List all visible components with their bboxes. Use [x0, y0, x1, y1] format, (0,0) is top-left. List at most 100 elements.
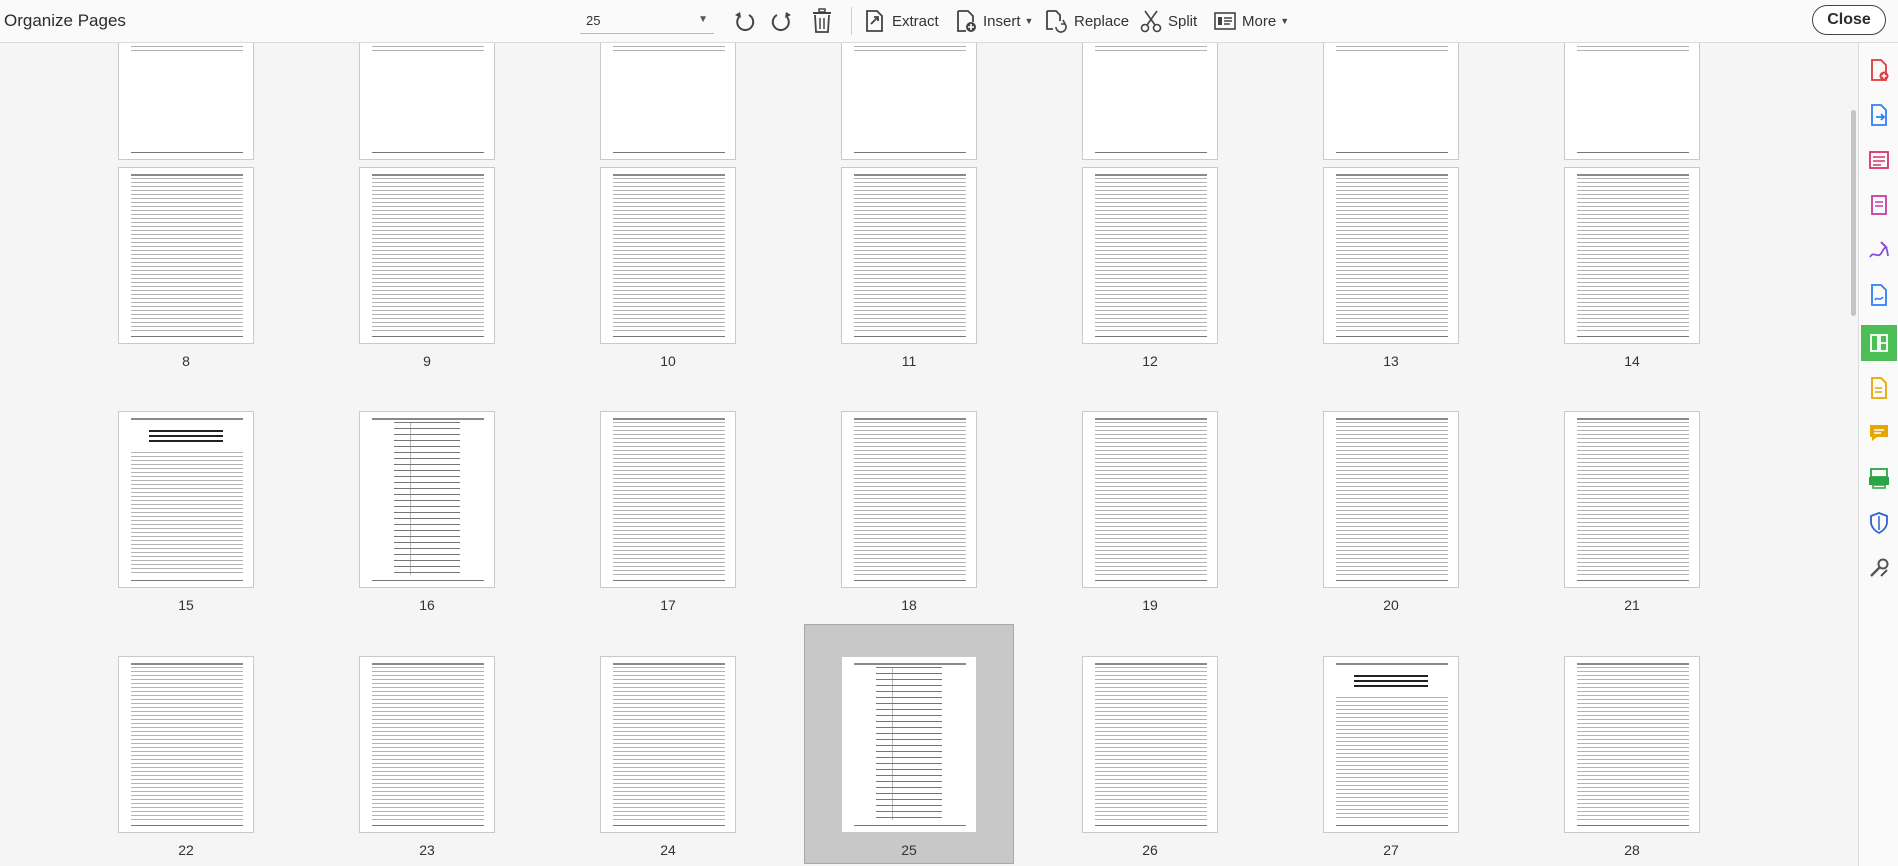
page-thumbnail[interactable] [1564, 411, 1700, 588]
page-thumbnail[interactable] [600, 43, 736, 160]
extract-icon [866, 10, 883, 32]
page-number-label: 18 [901, 597, 917, 613]
page-footer-line [1336, 825, 1448, 826]
page-thumbnail[interactable] [1082, 411, 1218, 588]
page-text-content [1577, 43, 1689, 54]
page-thumbnail[interactable] [359, 656, 495, 833]
page-footer-line [854, 580, 966, 581]
page-thumbnail[interactable] [1082, 167, 1218, 344]
more-tools-tool-button[interactable] [1861, 550, 1897, 586]
fill-sign-tool-button[interactable] [1861, 232, 1897, 268]
page-text-content [1336, 422, 1448, 575]
page-thumbnail[interactable] [600, 656, 736, 833]
rotate-counterclockwise-button[interactable] [731, 8, 757, 34]
replace-button[interactable]: Replace [1044, 8, 1129, 34]
page-number-label: 23 [419, 842, 435, 858]
page-text-content [613, 667, 725, 820]
page-thumbnail[interactable] [1323, 656, 1459, 833]
page-number-label: 14 [1624, 353, 1640, 369]
page-text-content [131, 667, 243, 820]
combine-files-tool-button[interactable] [1861, 187, 1897, 223]
scan-ocr-tool-button[interactable] [1861, 460, 1897, 496]
split-button[interactable]: Split [1140, 8, 1197, 34]
page-footer-line [613, 580, 725, 581]
protect-tool-button[interactable] [1861, 505, 1897, 541]
page-thumbnail[interactable] [1082, 43, 1218, 160]
toolbar-divider [851, 7, 852, 35]
more-tools-icon [1870, 558, 1889, 577]
page-text-content [854, 178, 966, 331]
create-pdf-tool-button[interactable] [1861, 52, 1897, 88]
page-text-content [613, 422, 725, 575]
page-thumbnail[interactable] [118, 656, 254, 833]
page-thumbnail[interactable] [1323, 43, 1459, 160]
page-footer-line [1336, 152, 1448, 153]
page-thumbnail[interactable] [600, 167, 736, 344]
page-number-label: 11 [901, 353, 917, 369]
page-thumbnail[interactable] [841, 167, 977, 344]
page-footer-line [1095, 825, 1207, 826]
page-header-line [1336, 663, 1448, 665]
vertical-scrollbar[interactable] [1851, 110, 1856, 316]
page-thumbnail[interactable] [1082, 656, 1218, 833]
page-header-line [1336, 418, 1448, 420]
edit-pdf-tool-button[interactable] [1861, 142, 1897, 178]
page-thumbnail[interactable] [1564, 167, 1700, 344]
page-text-content [1095, 178, 1207, 331]
page-thumbnail[interactable] [841, 43, 977, 160]
page-thumbnail[interactable] [1564, 656, 1700, 833]
export-pdf-tool-button[interactable] [1861, 97, 1897, 133]
page-text-content [394, 422, 460, 575]
page-footer-line [613, 336, 725, 337]
share-tool-button[interactable] [1861, 370, 1897, 406]
page-thumbnail[interactable] [841, 411, 977, 588]
page-footer-line [1336, 336, 1448, 337]
share-icon [1871, 377, 1887, 399]
page-text-content [1095, 667, 1207, 820]
page-text-content [131, 452, 243, 575]
page-number-label: 19 [1142, 597, 1158, 613]
rotate-right-icon [771, 12, 791, 32]
close-button[interactable]: Close [1812, 5, 1886, 35]
page-text-content [372, 43, 484, 54]
send-for-signature-tool-button[interactable] [1861, 277, 1897, 313]
page-thumbnail[interactable] [359, 167, 495, 344]
page-footer-line [1577, 825, 1689, 826]
page-thumbnail[interactable] [118, 43, 254, 160]
page-text-content [1095, 43, 1207, 54]
page-thumbnail[interactable] [600, 411, 736, 588]
page-header-line [1095, 418, 1207, 420]
trash-icon [813, 8, 831, 33]
split-label: Split [1168, 12, 1198, 30]
page-thumbnail[interactable] [359, 43, 495, 160]
create-pdf-icon [1871, 59, 1889, 81]
comment-tool-button[interactable] [1861, 415, 1897, 451]
page-thumbnail[interactable] [841, 656, 977, 833]
insert-button[interactable]: Insert ▼ [955, 8, 1033, 34]
page-text-content [613, 43, 725, 54]
scissors-icon [1140, 10, 1162, 33]
page-text-content [1577, 667, 1689, 820]
page-number-select[interactable]: 25 ▼ [580, 8, 714, 34]
page-number-label: 20 [1383, 597, 1399, 613]
more-button[interactable]: More ▼ [1214, 8, 1289, 34]
page-select-value: 25 [586, 13, 601, 28]
page-header-line [1336, 174, 1448, 176]
page-thumbnail[interactable] [118, 411, 254, 588]
page-thumbnail[interactable] [118, 167, 254, 344]
page-header-line [1577, 174, 1689, 176]
page-thumbnail-grid: 1234567891011121314151617181920212223242… [0, 43, 1858, 866]
page-thumbnail[interactable] [1323, 167, 1459, 344]
page-number-label: 21 [1624, 597, 1640, 613]
page-number-label: 16 [419, 597, 435, 613]
page-text-content [372, 667, 484, 820]
delete-pages-button[interactable] [810, 8, 834, 34]
page-thumbnail[interactable] [1323, 411, 1459, 588]
extract-button[interactable]: Extract [864, 8, 939, 34]
page-thumbnail[interactable] [1564, 43, 1700, 160]
organize-pages-tool-button[interactable] [1861, 325, 1897, 361]
page-text-content [1577, 422, 1689, 575]
rotate-clockwise-button[interactable] [769, 8, 795, 34]
chevron-down-icon: ▼ [1280, 16, 1290, 26]
page-thumbnail[interactable] [359, 411, 495, 588]
